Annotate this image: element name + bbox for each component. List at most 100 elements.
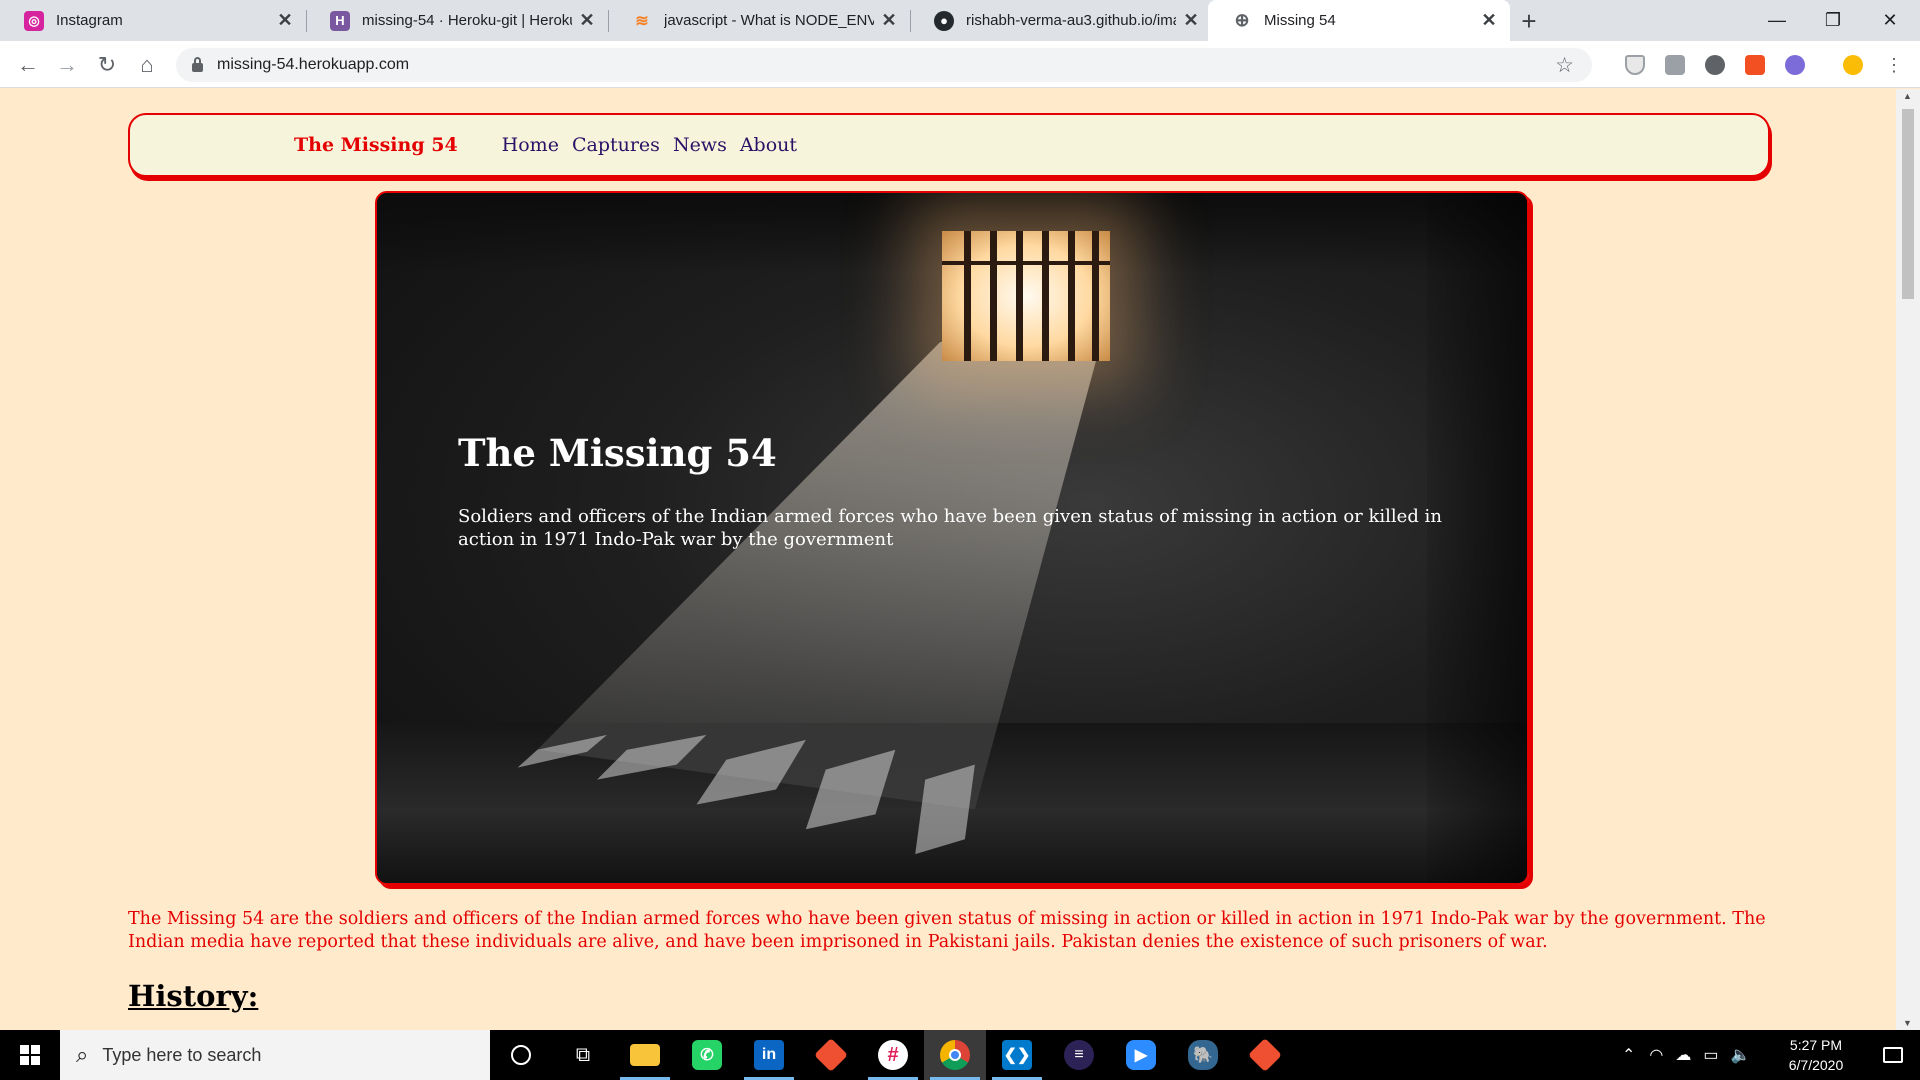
- globe-icon: ⊕: [1234, 10, 1250, 30]
- profile-avatar[interactable]: [1843, 55, 1863, 75]
- tab-stackoverflow[interactable]: ≋ javascript - What is NODE_ENV and ✕: [608, 0, 910, 41]
- tab-title: missing-54 · Heroku-git | Heroku: [362, 12, 572, 29]
- taskbar-chrome[interactable]: [924, 1030, 986, 1080]
- bookmark-star-icon[interactable]: ☆: [1555, 53, 1574, 78]
- git-icon: [814, 1038, 848, 1072]
- taskbar-search-box[interactable]: ⌕ Type here to search: [60, 1030, 490, 1080]
- home-button[interactable]: ⌂: [131, 49, 163, 81]
- tab-title: javascript - What is NODE_ENV and: [664, 12, 874, 29]
- intro-paragraph: The Missing 54 are the soldiers and offi…: [128, 909, 1766, 952]
- circle-extension-icon[interactable]: [1705, 55, 1725, 75]
- tab-missing-54[interactable]: ⊕ Missing 54 ✕: [1208, 0, 1510, 41]
- minimize-button[interactable]: —: [1749, 0, 1805, 41]
- url-text: missing-54.herokuapp.com: [217, 56, 410, 73]
- web-page: The Missing 54 Home Captures News About: [0, 89, 1896, 1030]
- zoom-icon: ▶: [1126, 1040, 1156, 1070]
- search-placeholder: Type here to search: [102, 1044, 262, 1065]
- hero-subtitle: Soldiers and officers of the Indian arme…: [458, 506, 1442, 550]
- close-window-button[interactable]: ✕: [1862, 0, 1918, 41]
- site-navbar: The Missing 54 Home Captures News About: [128, 113, 1770, 177]
- tab-github[interactable]: ● rishabh-verma-au3.github.io/ima ✕: [910, 0, 1212, 41]
- scroll-down-arrow-icon[interactable]: ▼: [1903, 1018, 1912, 1028]
- file-explorer-icon: [630, 1044, 660, 1066]
- new-tab-button[interactable]: +: [1514, 6, 1544, 36]
- linkedin-icon: in: [754, 1040, 784, 1070]
- stackoverflow-icon: ≋: [635, 12, 649, 30]
- taskbar-clock[interactable]: 5:27 PM 6/7/2020: [1766, 1035, 1866, 1075]
- git-gui-icon: [1248, 1038, 1282, 1072]
- office-extension-icon[interactable]: [1745, 55, 1765, 75]
- extension-icon[interactable]: [1665, 55, 1685, 75]
- site-brand[interactable]: The Missing 54: [294, 134, 458, 156]
- menu-kebab-icon[interactable]: ⋮: [1885, 55, 1903, 75]
- reload-button[interactable]: ↻: [91, 49, 123, 81]
- shield-extension-icon[interactable]: [1625, 55, 1645, 75]
- slack-icon: #: [878, 1040, 908, 1070]
- taskbar-git-gui[interactable]: [1234, 1030, 1296, 1080]
- mask-extension-icon[interactable]: [1785, 55, 1805, 75]
- chrome-icon: [940, 1040, 970, 1070]
- cortana-icon: [511, 1045, 531, 1065]
- tab-close-icon[interactable]: ✕: [1182, 10, 1200, 31]
- taskbar-whatsapp[interactable]: ✆: [676, 1030, 738, 1080]
- battery-icon[interactable]: ▭: [1703, 1045, 1718, 1065]
- nav-link-captures[interactable]: Captures: [572, 134, 660, 156]
- tab-close-icon[interactable]: ✕: [578, 10, 596, 31]
- browser-toolbar: ← → ↻ ⌂ missing-54.herokuapp.com ☆ ⋮: [0, 41, 1920, 88]
- tab-title: Missing 54: [1264, 12, 1336, 29]
- github-icon: ●: [934, 10, 954, 31]
- tab-close-icon[interactable]: ✕: [880, 10, 898, 31]
- notification-icon: [1883, 1047, 1903, 1063]
- cortana-button[interactable]: [490, 1030, 552, 1080]
- taskbar-postgresql[interactable]: 🐘: [1172, 1030, 1234, 1080]
- back-button[interactable]: ←: [12, 49, 44, 81]
- address-bar[interactable]: missing-54.herokuapp.com ☆: [176, 48, 1592, 82]
- browser-tab-strip: ◎ Instagram ✕ H missing-54 · Heroku-git …: [0, 0, 1920, 41]
- section-heading-history: History:: [128, 979, 259, 1013]
- eclipse-icon: ≡: [1064, 1040, 1094, 1070]
- nav-link-home[interactable]: Home: [502, 134, 559, 156]
- taskbar-git[interactable]: [800, 1030, 862, 1080]
- system-tray: ⌃ ◠ ☁ ▭ 🔈: [1622, 1030, 1750, 1080]
- task-view-button[interactable]: ⧉: [552, 1030, 614, 1080]
- volume-icon[interactable]: 🔈: [1731, 1045, 1751, 1065]
- tab-instagram[interactable]: ◎ Instagram ✕: [0, 0, 306, 41]
- clock-time: 5:27 PM: [1789, 1037, 1843, 1053]
- tab-close-icon[interactable]: ✕: [276, 10, 294, 31]
- window-bars-graphic: [942, 231, 1110, 361]
- scroll-up-arrow-icon[interactable]: ▲: [1903, 91, 1912, 101]
- scrollbar-thumb[interactable]: [1902, 109, 1914, 299]
- heroku-icon: H: [330, 10, 350, 31]
- taskbar-eclipse[interactable]: ≡: [1048, 1030, 1110, 1080]
- tab-close-icon[interactable]: ✕: [1480, 10, 1498, 31]
- wifi-icon[interactable]: ◠: [1649, 1045, 1663, 1065]
- onedrive-icon[interactable]: ☁: [1675, 1045, 1691, 1065]
- search-icon: ⌕: [76, 1042, 89, 1067]
- show-hidden-icons-icon[interactable]: ⌃: [1622, 1045, 1635, 1065]
- windows-taskbar: ⌕ Type here to search ⧉ ✆ in # ❮❯ ≡ ▶ 🐘 …: [0, 1030, 1920, 1080]
- tab-title: rishabh-verma-au3.github.io/ima: [966, 12, 1176, 29]
- taskbar-slack[interactable]: #: [862, 1030, 924, 1080]
- tab-title: Instagram: [56, 12, 123, 29]
- nav-link-news[interactable]: News: [673, 134, 727, 156]
- taskbar-vscode[interactable]: ❮❯: [986, 1030, 1048, 1080]
- windows-logo-icon: [20, 1045, 40, 1065]
- hero-banner: The Missing 54 Soldiers and officers of …: [375, 191, 1529, 885]
- clock-date: 6/7/2020: [1788, 1057, 1844, 1073]
- hero-title: The Missing 54: [458, 431, 777, 475]
- taskbar-linkedin[interactable]: in: [738, 1030, 800, 1080]
- instagram-icon: ◎: [24, 10, 44, 31]
- action-center-button[interactable]: [1866, 1030, 1920, 1080]
- forward-button[interactable]: →: [51, 49, 83, 81]
- tab-heroku[interactable]: H missing-54 · Heroku-git | Heroku ✕: [306, 0, 608, 41]
- taskbar-zoom[interactable]: ▶: [1110, 1030, 1172, 1080]
- postgresql-icon: 🐘: [1188, 1040, 1218, 1070]
- whatsapp-icon: ✆: [692, 1040, 722, 1070]
- task-view-icon: ⧉: [575, 1043, 591, 1066]
- nav-link-about[interactable]: About: [740, 134, 797, 156]
- taskbar-file-explorer[interactable]: [614, 1030, 676, 1080]
- lock-icon: [192, 57, 203, 72]
- restore-button[interactable]: ❐: [1805, 0, 1861, 41]
- page-scrollbar[interactable]: ▲ ▼: [1896, 89, 1920, 1030]
- start-button[interactable]: [0, 1030, 60, 1080]
